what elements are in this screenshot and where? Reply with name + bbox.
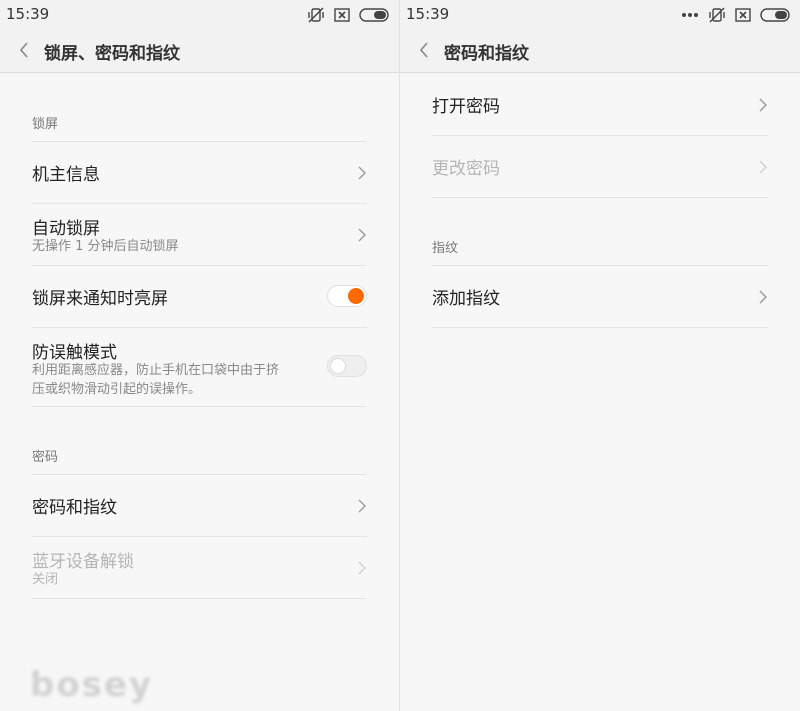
chevron-right-icon [358, 499, 366, 513]
battery-icon [760, 8, 790, 22]
chevron-right-icon [759, 290, 767, 304]
lockscreen-settings-screen: 15:39 锁屏、密码和指纹 锁屏 机主信息 自动锁屏 无操作 1 分钟后自动锁… [0, 0, 400, 711]
no-sim-icon [735, 8, 751, 22]
row-title: 蓝牙设备解锁 [32, 552, 134, 572]
battery-icon [359, 8, 389, 22]
wake-on-notification-row[interactable]: 锁屏来通知时亮屏 [32, 266, 367, 328]
add-fingerprint-row[interactable]: 添加指纹 [432, 266, 768, 328]
status-icons [681, 7, 792, 23]
row-title: 更改密码 [432, 159, 500, 179]
row-subtitle: 无操作 1 分钟后自动锁屏 [32, 239, 179, 254]
chevron-right-icon [358, 561, 366, 575]
anti-mistouch-row[interactable]: 防误触模式 利用距离感应器，防止手机在口袋中由于挤 压或织物滑动引起的误操作。 [32, 328, 367, 407]
vibrate-off-icon [709, 7, 725, 23]
row-title: 机主信息 [32, 165, 100, 185]
status-bar: 15:39 [0, 0, 399, 28]
password-fingerprint-row[interactable]: 密码和指纹 [32, 475, 367, 537]
row-title: 自动锁屏 [32, 219, 100, 239]
status-icons [307, 7, 391, 23]
row-title: 打开密码 [432, 97, 500, 117]
watermark-logo: bosey [30, 665, 154, 705]
turn-on-password-row[interactable]: 打开密码 [432, 74, 768, 136]
chevron-left-icon [19, 42, 28, 58]
row-subtitle-line1: 利用距离感应器，防止手机在口袋中由于挤 [32, 363, 280, 378]
no-sim-icon [334, 8, 350, 22]
back-button[interactable] [10, 36, 38, 64]
row-subtitle: 关闭 [32, 572, 59, 587]
more-dots-icon [682, 13, 698, 17]
back-button[interactable] [410, 36, 438, 64]
section-header-lockscreen: 锁屏 [32, 117, 59, 132]
section-header-fingerprint: 指纹 [432, 241, 459, 256]
app-bar: 密码和指纹 [400, 28, 800, 73]
chevron-right-icon [358, 228, 366, 242]
app-bar: 锁屏、密码和指纹 [0, 28, 399, 73]
auto-lock-row[interactable]: 自动锁屏 无操作 1 分钟后自动锁屏 [32, 204, 367, 266]
page-title: 密码和指纹 [444, 44, 529, 64]
row-title: 锁屏来通知时亮屏 [32, 289, 168, 309]
status-bar: 15:39 [400, 0, 800, 28]
page-title: 锁屏、密码和指纹 [44, 44, 180, 64]
chevron-left-icon [419, 42, 428, 58]
row-subtitle-line2: 压或织物滑动引起的误操作。 [32, 382, 202, 397]
bluetooth-unlock-row[interactable]: 蓝牙设备解锁 关闭 [32, 537, 367, 599]
row-title: 添加指纹 [432, 289, 500, 309]
row-title: 防误触模式 [32, 343, 117, 363]
password-fingerprint-screen: 15:39 密码和指纹 打开密码 更改密码 指纹 添加指纹 [400, 0, 800, 711]
section-header-password: 密码 [32, 450, 59, 465]
chevron-right-icon [759, 160, 767, 174]
chevron-right-icon [759, 98, 767, 112]
toggle-knob [348, 288, 364, 304]
vibrate-off-icon [308, 7, 324, 23]
status-time: 15:39 [6, 5, 50, 23]
owner-info-row[interactable]: 机主信息 [32, 142, 367, 204]
row-title: 密码和指纹 [32, 498, 117, 518]
chevron-right-icon [358, 166, 366, 180]
toggle-knob [330, 358, 346, 374]
status-time: 15:39 [406, 5, 450, 23]
change-password-row[interactable]: 更改密码 [432, 136, 768, 198]
wake-on-notification-toggle[interactable] [327, 285, 367, 307]
anti-mistouch-toggle[interactable] [327, 355, 367, 377]
